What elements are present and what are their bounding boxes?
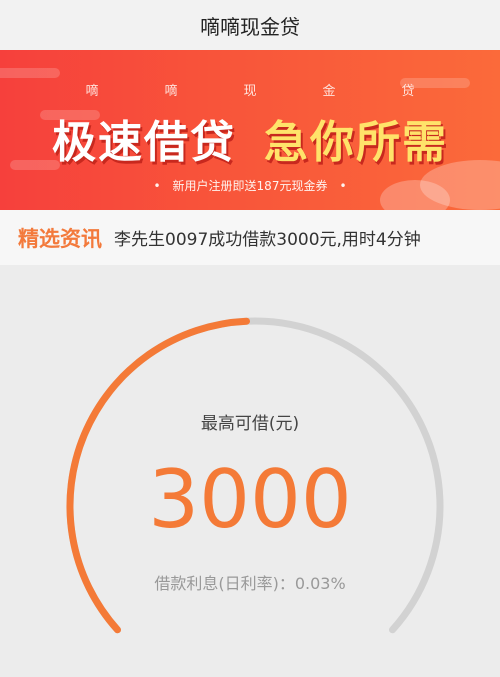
bullet-icon: • bbox=[153, 179, 161, 193]
banner-subtitle: 嘀 嘀 现 金 贷 bbox=[0, 80, 500, 99]
banner-streak bbox=[0, 68, 60, 78]
banner-headline-right: 急你所需 bbox=[264, 117, 448, 168]
interest-rate-text: 借款利息(日利率)：0.03% bbox=[154, 574, 346, 593]
max-loan-amount: 3000 bbox=[148, 453, 352, 546]
banner-subtitle-char: 贷 bbox=[401, 84, 415, 99]
banner-subtitle-char: 金 bbox=[322, 84, 336, 99]
news-text: 李先生0097成功借款3000元,用时4分钟 bbox=[114, 230, 421, 250]
news-label: 精选资讯 bbox=[18, 226, 102, 251]
loan-gauge: 最高可借(元) 3000 借款利息(日利率)：0.03% bbox=[0, 265, 500, 677]
banner-subtitle-char: 现 bbox=[243, 84, 257, 99]
banner-promo-text: 新用户注册即送187元现金券 bbox=[172, 179, 328, 193]
banner-headline-left: 极速借贷 bbox=[52, 117, 236, 168]
banner-promo: • 新用户注册即送187元现金券 • bbox=[0, 177, 500, 194]
news-ticker[interactable]: 精选资讯 李先生0097成功借款3000元,用时4分钟 bbox=[0, 210, 500, 265]
promo-banner[interactable]: 嘀 嘀 现 金 贷 极速借贷 急你所需 • 新用户注册即送187元现金券 • bbox=[0, 50, 500, 210]
bullet-icon: • bbox=[339, 179, 347, 193]
banner-subtitle-char: 嘀 bbox=[164, 84, 178, 99]
app-title: 嘀嘀现金贷 bbox=[200, 14, 300, 39]
banner-headline: 极速借贷 急你所需 bbox=[0, 106, 500, 170]
gauge-label: 最高可借(元) bbox=[200, 414, 300, 434]
app-title-bar: 嘀嘀现金贷 bbox=[0, 0, 500, 50]
banner-subtitle-char: 嘀 bbox=[85, 84, 99, 99]
